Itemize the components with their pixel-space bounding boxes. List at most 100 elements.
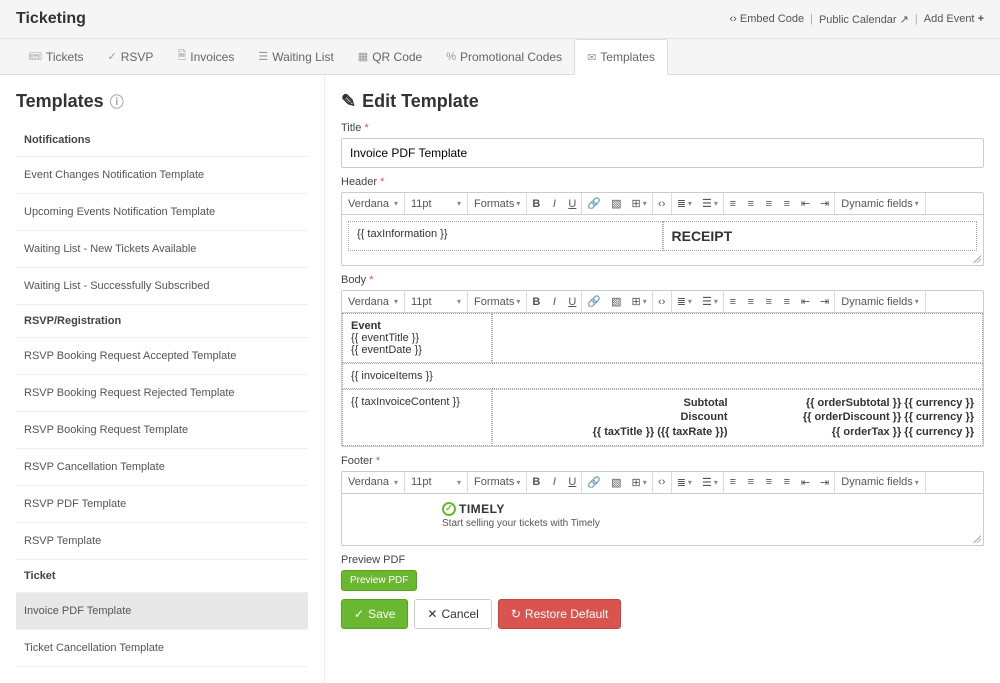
tab-promo-codes[interactable]: %Promotional Codes [434, 39, 574, 74]
template-item[interactable]: RSVP Cancellation Template [16, 449, 308, 486]
dynamic-fields-select[interactable]: Dynamic fields▾ [835, 291, 925, 312]
totals-cell[interactable]: Subtotal Discount {{ taxTitle }} ({{ tax… [492, 389, 983, 446]
link-btn[interactable]: 🔗 [582, 291, 606, 312]
header-right-cell[interactable]: RECEIPT [663, 221, 978, 251]
align-center-btn[interactable]: ≡ [742, 472, 760, 493]
underline-btn[interactable]: U [563, 291, 581, 312]
link-btn[interactable]: 🔗 [582, 472, 606, 493]
size-select[interactable]: 11pt▾ [405, 472, 467, 493]
size-select[interactable]: 11pt▾ [405, 193, 467, 214]
image-btn[interactable]: ▧ [606, 291, 626, 312]
align-center-btn[interactable]: ≡ [742, 193, 760, 214]
code-btn[interactable]: ‹› [653, 472, 671, 493]
template-item[interactable]: Event Changes Notification Template [16, 157, 308, 194]
outdent-btn[interactable]: ⇤ [796, 291, 815, 312]
image-btn[interactable]: ▧ [606, 472, 626, 493]
italic-btn[interactable]: I [545, 193, 563, 214]
align-right-btn[interactable]: ≡ [760, 472, 778, 493]
footer-editor-content[interactable]: ✓ TIMELY Start selling your tickets with… [342, 494, 983, 537]
event-empty-cell[interactable] [492, 313, 983, 363]
align-justify-btn[interactable]: ≡ [778, 193, 796, 214]
code-btn[interactable]: ‹› [653, 193, 671, 214]
table-btn[interactable]: ⊞▾ [626, 291, 651, 312]
align-left-btn[interactable]: ≡ [724, 472, 742, 493]
bullet-list-btn[interactable]: ≣▾ [672, 291, 697, 312]
indent-btn[interactable]: ⇥ [815, 472, 834, 493]
resize-handle[interactable] [342, 537, 983, 545]
italic-btn[interactable]: I [545, 291, 563, 312]
add-event-link[interactable]: Add Event + [924, 13, 984, 25]
embed-code-link[interactable]: ‹› Embed Code [729, 13, 804, 25]
size-select[interactable]: 11pt▾ [405, 291, 467, 312]
number-list-btn[interactable]: ☰▾ [697, 193, 723, 214]
body-editor-content[interactable]: Event {{ eventTitle }} {{ eventDate }} {… [342, 313, 983, 446]
align-left-btn[interactable]: ≡ [724, 291, 742, 312]
template-item[interactable]: Ticket Cancellation Template [16, 630, 308, 667]
bold-btn[interactable]: B [527, 193, 545, 214]
dynamic-fields-select[interactable]: Dynamic fields▾ [835, 193, 925, 214]
preview-pdf-button[interactable]: Preview PDF [341, 570, 417, 591]
tab-templates[interactable]: ✉Templates [574, 39, 668, 75]
event-cell[interactable]: Event {{ eventTitle }} {{ eventDate }} [342, 313, 492, 363]
number-list-btn[interactable]: ☰▾ [697, 472, 723, 493]
tab-tickets[interactable]: 🎟Tickets [16, 39, 96, 74]
restore-default-button[interactable]: ↻ Restore Default [498, 599, 621, 629]
dynamic-fields-select[interactable]: Dynamic fields▾ [835, 472, 925, 493]
template-item[interactable]: RSVP Booking Request Rejected Template [16, 375, 308, 412]
outdent-btn[interactable]: ⇤ [796, 472, 815, 493]
template-item[interactable]: Waiting List - New Tickets Available [16, 231, 308, 268]
number-list-btn[interactable]: ☰▾ [697, 291, 723, 312]
header-editor-content[interactable]: {{ taxInformation }} RECEIPT [342, 215, 983, 257]
tax-invoice-cell[interactable]: {{ taxInvoiceContent }} [342, 389, 492, 446]
font-select[interactable]: Verdana▾ [342, 291, 404, 312]
footer-subtext: Start selling your tickets with Timely [442, 518, 883, 529]
align-center-btn[interactable]: ≡ [742, 291, 760, 312]
bold-btn[interactable]: B [527, 472, 545, 493]
italic-btn[interactable]: I [545, 472, 563, 493]
template-item[interactable]: RSVP Template [16, 523, 308, 560]
align-justify-btn[interactable]: ≡ [778, 472, 796, 493]
invoice-items-cell[interactable]: {{ invoiceItems }} [342, 363, 983, 389]
content: Templates ⓘ Notifications Event Changes … [0, 75, 1000, 683]
template-item[interactable]: Waiting List - Successfully Subscribed [16, 268, 308, 305]
template-item[interactable]: RSVP Booking Request Template [16, 412, 308, 449]
cancel-button[interactable]: ✕ Cancel [414, 599, 491, 629]
tab-qr-code[interactable]: ▦QR Code [346, 39, 434, 74]
indent-btn[interactable]: ⇥ [815, 193, 834, 214]
bold-btn[interactable]: B [527, 291, 545, 312]
public-calendar-link[interactable]: Public Calendar ↗ [819, 13, 909, 26]
tab-rsvp[interactable]: ✓RSVP [96, 39, 166, 74]
template-item[interactable]: RSVP PDF Template [16, 486, 308, 523]
template-item-active[interactable]: Invoice PDF Template [16, 593, 308, 630]
code-btn[interactable]: ‹› [653, 291, 671, 312]
align-justify-btn[interactable]: ≡ [778, 291, 796, 312]
check-icon: ✓ [108, 50, 117, 63]
resize-handle[interactable] [342, 257, 983, 265]
table-btn[interactable]: ⊞▾ [626, 193, 651, 214]
template-item[interactable]: Upcoming Events Notification Template [16, 194, 308, 231]
align-right-btn[interactable]: ≡ [760, 193, 778, 214]
save-button[interactable]: ✓ Save [341, 599, 408, 629]
table-btn[interactable]: ⊞▾ [626, 472, 651, 493]
info-icon[interactable]: ⓘ [110, 92, 124, 112]
header-left-cell[interactable]: {{ taxInformation }} [348, 221, 663, 251]
underline-btn[interactable]: U [563, 472, 581, 493]
underline-btn[interactable]: U [563, 193, 581, 214]
formats-select[interactable]: Formats▾ [468, 472, 526, 493]
image-btn[interactable]: ▧ [606, 193, 626, 214]
bullet-list-btn[interactable]: ≣▾ [672, 193, 697, 214]
align-right-btn[interactable]: ≡ [760, 291, 778, 312]
link-btn[interactable]: 🔗 [582, 193, 606, 214]
tab-invoices[interactable]: 🗎Invoices [165, 39, 246, 74]
bullet-list-btn[interactable]: ≣▾ [672, 472, 697, 493]
formats-select[interactable]: Formats▾ [468, 291, 526, 312]
formats-select[interactable]: Formats▾ [468, 193, 526, 214]
align-left-btn[interactable]: ≡ [724, 193, 742, 214]
title-input[interactable] [341, 138, 984, 168]
tab-waiting-list[interactable]: ☰Waiting List [246, 39, 345, 74]
font-select[interactable]: Verdana▾ [342, 193, 404, 214]
outdent-btn[interactable]: ⇤ [796, 193, 815, 214]
font-select[interactable]: Verdana▾ [342, 472, 404, 493]
indent-btn[interactable]: ⇥ [815, 291, 834, 312]
template-item[interactable]: RSVP Booking Request Accepted Template [16, 338, 308, 375]
